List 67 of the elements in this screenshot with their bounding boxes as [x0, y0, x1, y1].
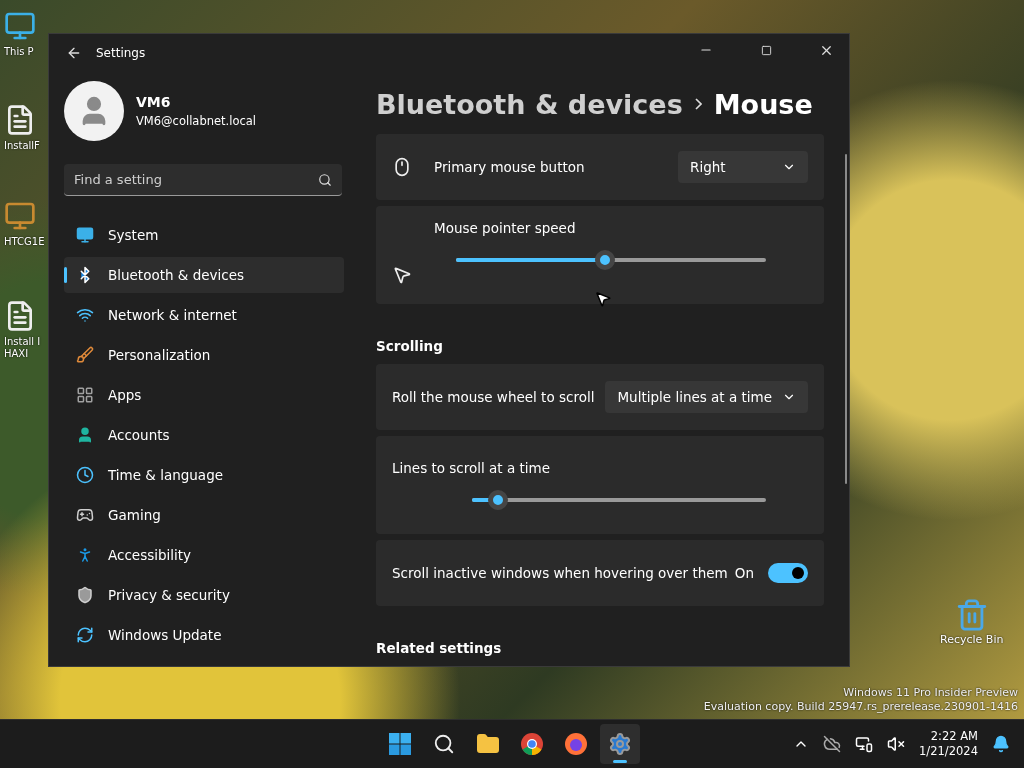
desktop-icon-label: HTCG1E — [4, 236, 46, 248]
nav-item[interactable]: Apps — [64, 377, 344, 413]
clock-icon — [76, 466, 94, 484]
refresh-icon — [76, 626, 94, 644]
brush-icon — [76, 346, 94, 364]
windows-logo-icon — [388, 732, 412, 756]
desktop-icon-label: This P — [4, 46, 35, 58]
desktop-icon-label: InstallF — [4, 140, 41, 152]
search-field[interactable]: Find a setting — [64, 164, 342, 196]
desktop-icon-label: Install I HAXI — [4, 336, 42, 360]
nav-item[interactable]: Personalization — [64, 337, 344, 373]
dropdown[interactable]: Multiple lines at a time — [605, 381, 808, 413]
search-icon — [318, 173, 332, 187]
gear-icon — [608, 732, 632, 756]
page-title: Mouse — [713, 88, 813, 120]
fox-browser-icon — [564, 732, 588, 756]
nav-item[interactable]: Windows Update — [64, 617, 344, 653]
network-icon[interactable] — [855, 735, 874, 753]
nav-item[interactable]: System — [64, 217, 344, 253]
shield-icon — [76, 586, 94, 604]
cloud-off-icon[interactable] — [823, 735, 842, 753]
nav-item[interactable]: Gaming — [64, 497, 344, 533]
nav-item[interactable]: Bluetooth & devices — [64, 257, 344, 293]
gamepad-icon — [76, 506, 94, 524]
dropdown[interactable]: Right — [678, 151, 808, 183]
mouse-icon — [392, 157, 412, 177]
folder-icon — [476, 732, 500, 756]
desktop-icon-label: Recycle Bin — [940, 634, 1004, 646]
section-heading: Scrolling — [376, 338, 444, 354]
watermark-text: Windows 11 Pro Insider Preview — [843, 686, 1018, 700]
section-heading: Related settings — [376, 640, 503, 656]
breadcrumb-link[interactable]: Bluetooth & devices — [376, 88, 683, 120]
setting-label: Scroll inactive windows when hovering over them — [392, 565, 729, 581]
nav-item[interactable]: Time & language — [64, 457, 344, 493]
user-name: VM6 — [136, 94, 172, 110]
setting-label: Primary mouse button — [434, 159, 586, 175]
wifi-icon — [76, 306, 94, 324]
grid-icon — [76, 386, 94, 404]
toggle-switch[interactable] — [768, 563, 808, 583]
desktop-icon[interactable] — [4, 10, 36, 42]
settings-app-button[interactable] — [600, 724, 640, 764]
monitor-icon — [76, 226, 94, 244]
watermark-text: Evaluation copy. Build 25947.rs_prerelease.230901-1416 — [703, 700, 1018, 714]
nav-item[interactable]: Privacy & security — [64, 577, 344, 613]
browser-icon — [520, 732, 544, 756]
person-icon — [76, 426, 94, 444]
nav-item[interactable]: Accounts — [64, 417, 344, 453]
back-icon[interactable] — [66, 45, 82, 61]
setting-label: Lines to scroll at a time — [392, 460, 551, 476]
toggle-state: On — [734, 565, 754, 581]
slider-thumb[interactable] — [594, 250, 615, 270]
chevron-right-icon — [694, 98, 702, 110]
window-title: Settings — [96, 46, 147, 60]
user-email: VM6@collabnet.local — [136, 114, 257, 128]
search-icon — [433, 733, 455, 755]
bell-icon[interactable] — [992, 735, 1010, 753]
pointer-icon — [392, 265, 412, 285]
cursor-icon — [594, 290, 612, 308]
setting-label: Mouse pointer speed — [434, 220, 577, 236]
slider-thumb[interactable] — [488, 490, 509, 510]
clock[interactable]: 2:22 AM 1/21/2024 — [919, 729, 978, 759]
nav-item[interactable]: Network & internet — [64, 297, 344, 333]
maximize-icon — [760, 44, 772, 56]
speaker-muted-icon[interactable] — [887, 735, 906, 753]
setting-label: Roll the mouse wheel to scroll — [392, 389, 596, 405]
nav-item[interactable]: Accessibility — [64, 537, 344, 573]
scrollbar[interactable] — [845, 154, 847, 484]
